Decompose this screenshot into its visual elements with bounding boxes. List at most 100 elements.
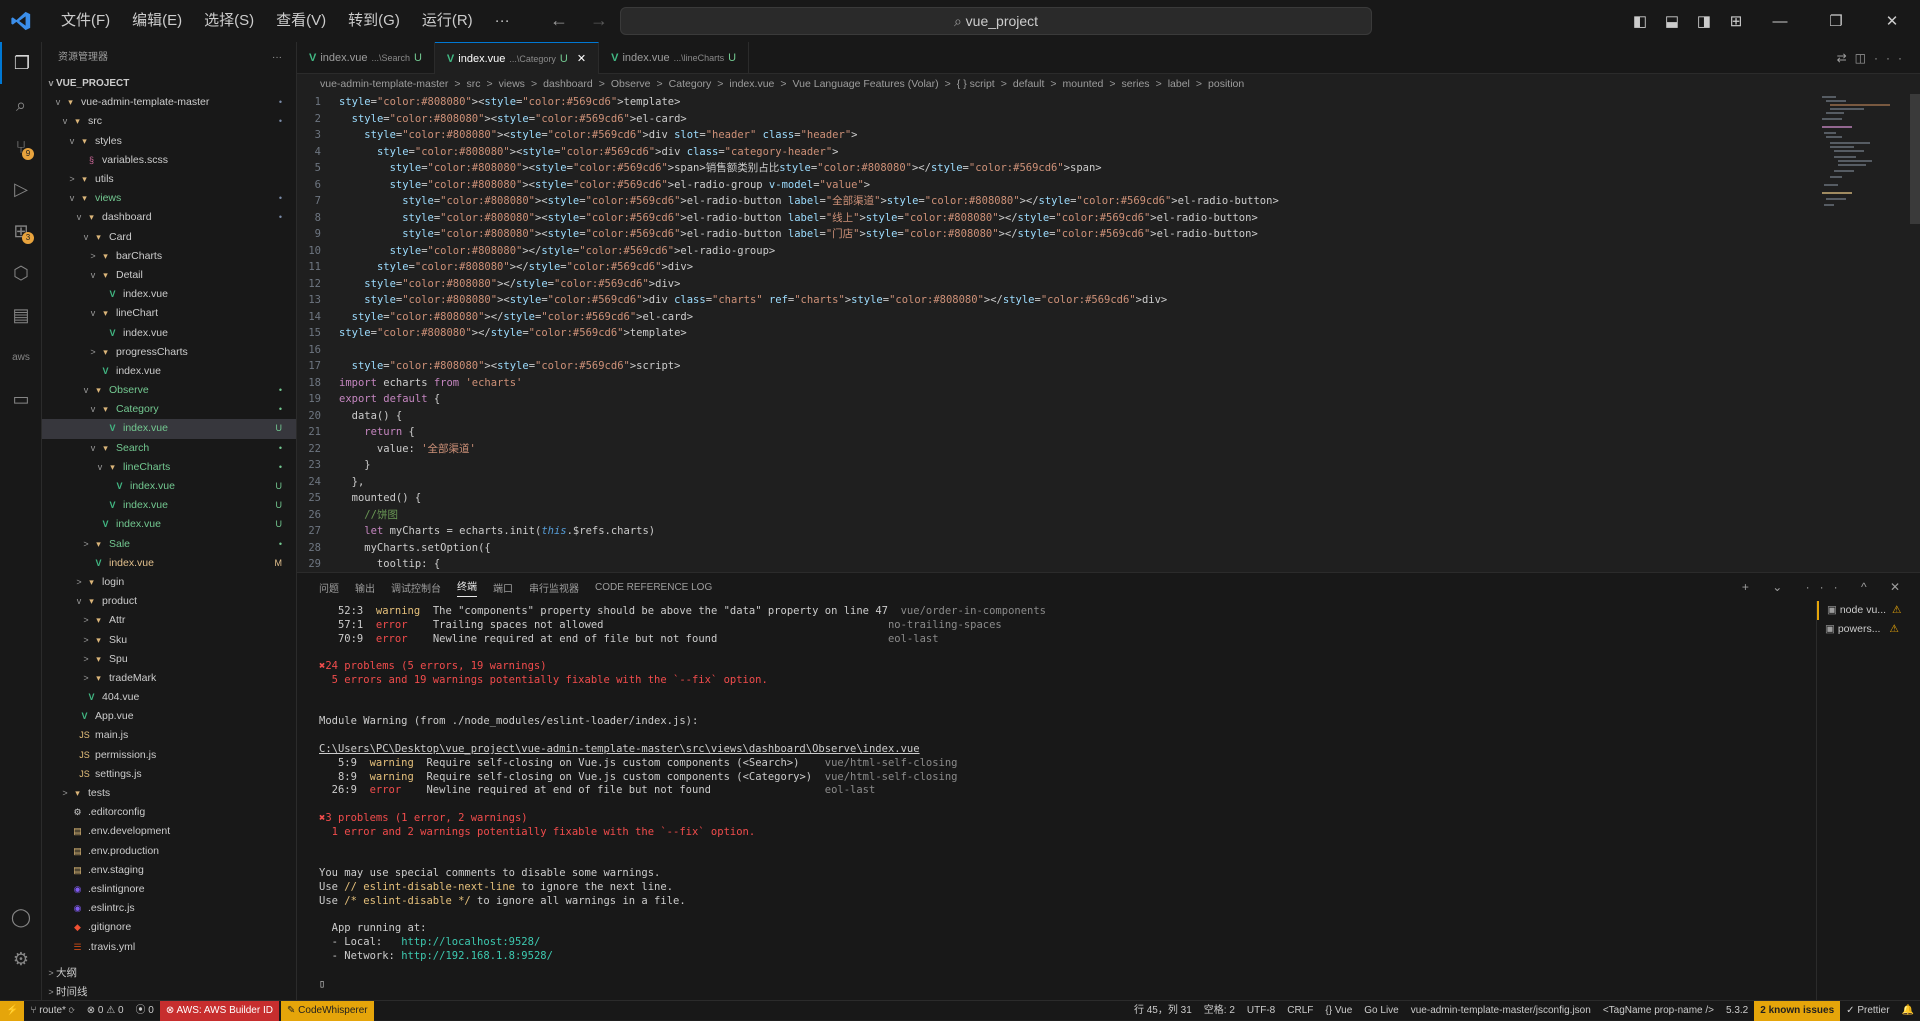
more-actions-icon[interactable]: ··· bbox=[1874, 51, 1910, 65]
folder-row[interactable]: > ▾ Spu bbox=[42, 650, 296, 669]
breadcrumb-item[interactable]: default bbox=[1013, 78, 1045, 90]
jsconfig-indicator[interactable]: vue-admin-template-master/jsconfig.json bbox=[1405, 1001, 1597, 1021]
remote-explorer-icon[interactable]: ⬡ bbox=[0, 252, 42, 294]
folder-row[interactable]: v ▾ src • bbox=[42, 112, 296, 131]
tagname-indicator[interactable]: <TagName prop-name /> bbox=[1597, 1001, 1720, 1021]
file-row[interactable]: ⚙ .editorconfig bbox=[42, 803, 296, 822]
editor-tab[interactable]: Vindex.vue ...\lineCharts U bbox=[599, 42, 750, 74]
menu-item[interactable]: 选择(S) bbox=[193, 0, 265, 42]
breadcrumb-item[interactable]: Category bbox=[669, 78, 712, 90]
toggle-sidebar-icon[interactable]: ◧ bbox=[1624, 12, 1656, 30]
compare-icon[interactable]: ⇄ bbox=[1837, 51, 1855, 65]
split-editor-icon[interactable]: ◫ bbox=[1855, 51, 1874, 65]
folder-row[interactable]: > ▾ Sku bbox=[42, 630, 296, 649]
file-row[interactable]: V App.vue bbox=[42, 707, 296, 726]
remote-indicator[interactable]: ⚡ bbox=[0, 1000, 25, 1021]
breadcrumb-item[interactable]: position bbox=[1208, 78, 1244, 90]
prettier-indicator[interactable]: ✓ Prettier bbox=[1840, 1001, 1895, 1021]
run-debug-icon[interactable]: ▷ bbox=[0, 168, 42, 210]
breadcrumb-item[interactable]: dashboard bbox=[543, 78, 593, 90]
close-tab-icon[interactable]: ✕ bbox=[574, 53, 586, 65]
breadcrumb-item[interactable]: views bbox=[499, 78, 525, 90]
terminal-text[interactable]: C:\Users\PC\Desktop\vue_project\vue-admi… bbox=[319, 743, 920, 755]
folder-row[interactable]: > ▾ tradeMark bbox=[42, 669, 296, 688]
panel-tab[interactable]: 终端 bbox=[457, 578, 477, 597]
panel-tab[interactable]: 调试控制台 bbox=[391, 580, 441, 595]
menu-item[interactable]: ··· bbox=[484, 0, 521, 42]
encoding[interactable]: UTF-8 bbox=[1241, 1001, 1281, 1021]
file-row[interactable]: ▤ .env.staging bbox=[42, 861, 296, 880]
folder-row[interactable]: v ▾ Card bbox=[42, 228, 296, 247]
timeline-section[interactable]: > 时间线 bbox=[42, 983, 296, 1000]
folder-row[interactable]: > ▾ utils bbox=[42, 170, 296, 189]
chat-icon[interactable]: ▭ bbox=[0, 378, 42, 420]
folder-row[interactable]: v ▾ styles bbox=[42, 132, 296, 151]
breadcrumb-item[interactable]: Vue Language Features (Volar) bbox=[793, 78, 939, 90]
file-row[interactable]: Vindex.vue U bbox=[42, 496, 296, 515]
file-row[interactable]: JS main.js bbox=[42, 726, 296, 745]
menu-item[interactable]: 转到(G) bbox=[337, 0, 411, 42]
folder-row[interactable]: v ▾ Category • bbox=[42, 400, 296, 419]
folder-row[interactable]: > ▾ Sale • bbox=[42, 535, 296, 554]
git-branch[interactable]: ⑂ route* ⟳ bbox=[24, 1001, 80, 1021]
editor-scrollbar[interactable] bbox=[1910, 94, 1920, 224]
panel-actions[interactable]: + ⌄ ··· ^ ✕ bbox=[1742, 573, 1910, 601]
file-row[interactable]: ◉ .eslintrc.js bbox=[42, 899, 296, 918]
breadcrumb-item[interactable]: vue-admin-template-master bbox=[320, 78, 448, 90]
testing-icon[interactable]: ▤ bbox=[0, 294, 42, 336]
file-row[interactable]: ◆ .gitignore bbox=[42, 918, 296, 937]
breadcrumb-item[interactable]: index.vue bbox=[729, 78, 774, 90]
file-row[interactable]: Vindex.vue M bbox=[42, 554, 296, 573]
breadcrumb-item[interactable]: src bbox=[467, 78, 481, 90]
terminal-instance[interactable]: ▣ node vu... ⚠ bbox=[1817, 601, 1920, 620]
folder-row[interactable]: v ▾ vue-admin-template-master • bbox=[42, 93, 296, 112]
panel-tab[interactable]: 输出 bbox=[355, 580, 375, 595]
toggle-panel-icon[interactable]: ⬓ bbox=[1656, 12, 1688, 30]
manage-gear-icon[interactable]: ⚙ bbox=[0, 938, 42, 980]
version-indicator[interactable]: 5.3.2 bbox=[1720, 1001, 1754, 1021]
panel-tab[interactable]: CODE REFERENCE LOG bbox=[595, 582, 712, 593]
folder-row[interactable]: > ▾ Attr bbox=[42, 611, 296, 630]
panel-tab[interactable]: 问题 bbox=[319, 580, 339, 595]
file-row[interactable]: Vindex.vue bbox=[42, 362, 296, 381]
terminal-output[interactable]: 52:3 warning The "components" property s… bbox=[319, 605, 1799, 991]
panel-tab[interactable]: 端口 bbox=[493, 580, 513, 595]
cursor-position[interactable]: 行 45，列 31 bbox=[1128, 1001, 1198, 1021]
folder-row[interactable]: v ▾ Search • bbox=[42, 439, 296, 458]
terminal-link[interactable]: http://192.168.1.8:9528/ bbox=[401, 950, 553, 962]
project-root[interactable]: v VUE_PROJECT bbox=[42, 74, 296, 93]
folder-row[interactable]: v ▾ Detail bbox=[42, 266, 296, 285]
indentation[interactable]: 空格: 2 bbox=[1198, 1001, 1241, 1021]
code-view[interactable]: 1 style="color:#808080"><style="color:#56… bbox=[297, 94, 1920, 572]
breadcrumb-item[interactable]: { } script bbox=[957, 78, 995, 90]
maximize-button[interactable]: ❐ bbox=[1808, 12, 1864, 30]
folder-row[interactable]: v ▾ lineChart bbox=[42, 304, 296, 323]
terminal-link[interactable]: http://localhost:9528/ bbox=[401, 936, 540, 948]
ports-indicator[interactable]: ⦿ 0 bbox=[130, 1001, 160, 1021]
file-row[interactable]: JS permission.js bbox=[42, 746, 296, 765]
extensions-icon[interactable]: ⊞ 3 bbox=[0, 210, 42, 252]
file-row[interactable]: Vindex.vue U bbox=[42, 515, 296, 534]
file-row[interactable]: Vindex.vue U bbox=[42, 419, 296, 439]
file-row[interactable]: Vindex.vue bbox=[42, 285, 296, 304]
file-row[interactable]: Vindex.vue U bbox=[42, 477, 296, 496]
source-control-icon[interactable]: ⑂ 9 bbox=[0, 126, 42, 168]
editor-tab[interactable]: Vindex.vue ...\Search U bbox=[297, 42, 435, 74]
panel-tab[interactable]: 串行监视器 bbox=[529, 580, 579, 595]
aws-icon[interactable]: aws bbox=[0, 336, 42, 378]
line-ending[interactable]: CRLF bbox=[1281, 1001, 1319, 1021]
breadcrumb-item[interactable]: series bbox=[1122, 78, 1150, 90]
notifications-icon[interactable]: 🔔 bbox=[1896, 1001, 1920, 1021]
back-arrow-icon[interactable]: ← bbox=[550, 10, 568, 31]
go-live-button[interactable]: Go Live bbox=[1358, 1001, 1404, 1021]
folder-row[interactable]: v ▾ dashboard • bbox=[42, 208, 296, 227]
terminal-instance[interactable]: ▣ powers... ⚠ bbox=[1817, 620, 1920, 639]
known-issues-badge[interactable]: 2 known issues bbox=[1754, 1001, 1841, 1021]
explorer-icon[interactable]: ❐ bbox=[0, 42, 42, 84]
breadcrumb-item[interactable]: Observe bbox=[611, 78, 651, 90]
breadcrumb-item[interactable]: mounted bbox=[1063, 78, 1104, 90]
folder-row[interactable]: v ▾ product bbox=[42, 592, 296, 611]
folder-row[interactable]: > ▾ barCharts bbox=[42, 247, 296, 266]
menu-item[interactable]: 查看(V) bbox=[265, 0, 337, 42]
editor-tab[interactable]: Vindex.vue ...\Category U ✕ bbox=[434, 42, 600, 74]
